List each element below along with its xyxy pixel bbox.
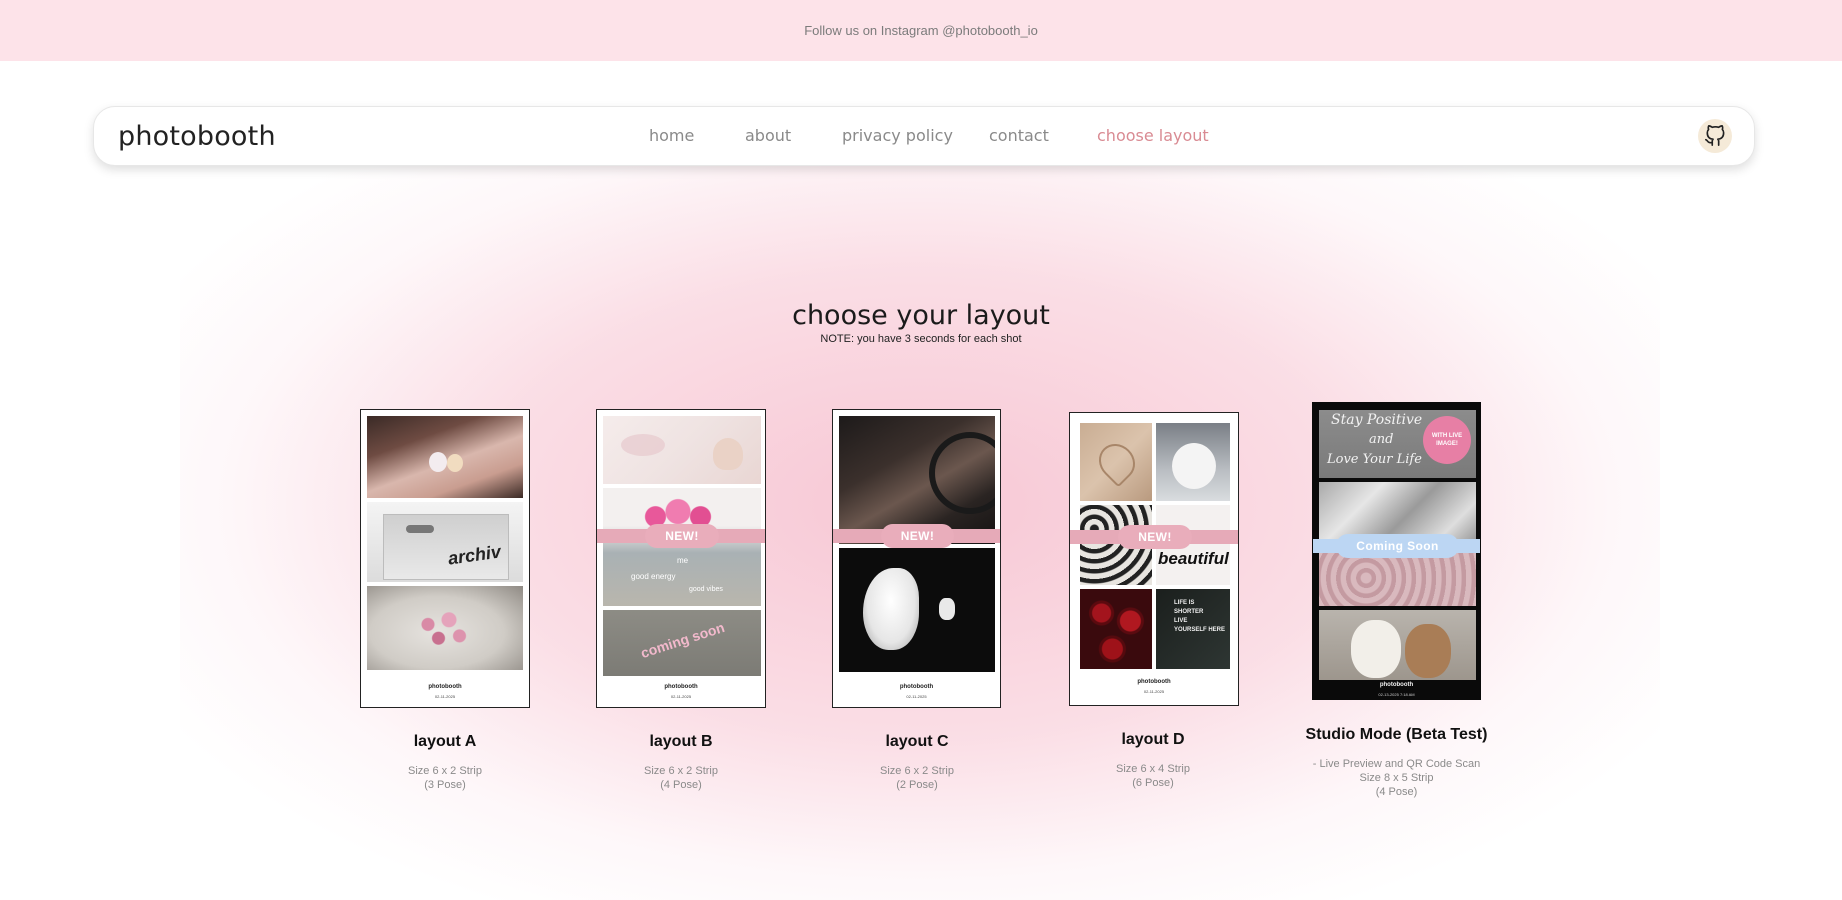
nav-link-choose-layout[interactable]: choose layout xyxy=(1097,126,1209,145)
strip-brand: photobooth xyxy=(664,684,698,690)
studio-mode-title: Studio Mode (Beta Test) xyxy=(1305,726,1488,743)
layout-card-a: archiv photobooth 02-11-2025 layout A Si… xyxy=(330,408,560,808)
photo-archive-box: archiv xyxy=(367,502,523,582)
layout-card-b: me good energy good vibes coming soon NE… xyxy=(566,408,796,808)
layout-card-d: and beautiful LIFE IS SHORTER LIVE YOURS… xyxy=(1038,408,1268,808)
strip-date: 02-11-2025 xyxy=(670,694,692,699)
photo-quilted-pattern xyxy=(1319,550,1476,606)
layout-c-desc: Size 6 x 2 Strip (2 Pose) xyxy=(880,765,954,791)
new-badge: NEW! xyxy=(1070,525,1238,549)
photo-sand-heart xyxy=(1080,423,1152,501)
github-button[interactable] xyxy=(1698,119,1732,153)
strip-date: 02-11-2025 xyxy=(1143,689,1165,694)
photo-lips-nails xyxy=(603,416,761,484)
nav-link-contact[interactable]: contact xyxy=(989,126,1049,145)
layout-a-desc: Size 6 x 2 Strip (3 Pose) xyxy=(408,765,482,791)
nav-link-about[interactable]: about xyxy=(745,126,791,145)
page-note: NOTE: you have 3 seconds for each shot xyxy=(820,333,1022,345)
coming-soon-badge: Coming Soon xyxy=(1313,534,1480,558)
page-title: choose your layout xyxy=(792,300,1050,331)
layout-card-studio: Stay Positive and Love Your Life WITH LI… xyxy=(1274,400,1519,810)
layout-card-c: NEW! photobooth 02-11-2025 layout C Size… xyxy=(802,408,1032,808)
strip-brand: photobooth xyxy=(1379,682,1414,688)
photo-hand-charms xyxy=(367,416,523,498)
photo-red-roses xyxy=(1080,589,1152,669)
strip-brand: photobooth xyxy=(899,684,934,690)
photo-white-wings xyxy=(839,548,995,672)
photo-stay-positive: Stay Positive and Love Your Life WITH LI… xyxy=(1319,410,1476,478)
strip-date: 02-11-2025 xyxy=(906,694,927,699)
nav-links: home about privacy policy contact choose… xyxy=(94,107,1754,165)
photo-white-kitten xyxy=(1156,423,1230,501)
layout-d-preview[interactable]: and beautiful LIFE IS SHORTER LIVE YOURS… xyxy=(1069,412,1239,706)
layout-a-title: layout A xyxy=(413,733,477,750)
strip-date: 02-11-2025 xyxy=(434,694,456,699)
studio-mode-desc: - Live Preview and QR Code Scan Size 8 x… xyxy=(1312,758,1481,798)
new-badge: NEW! xyxy=(597,524,765,548)
nav-link-privacy-policy[interactable]: privacy policy xyxy=(842,126,953,145)
strip-brand: photobooth xyxy=(428,684,462,690)
strip-brand: photobooth xyxy=(1137,679,1171,685)
nav-link-home[interactable]: home xyxy=(649,126,694,145)
layout-b-desc: Size 6 x 2 Strip (4 Pose) xyxy=(644,765,718,791)
layout-b-title: layout B xyxy=(649,733,713,750)
layout-c-title: layout C xyxy=(885,733,949,750)
layout-d-title: layout D xyxy=(1121,731,1185,748)
photo-plush-bunnies xyxy=(1319,610,1476,680)
layout-a-preview[interactable]: archiv photobooth 02-11-2025 xyxy=(360,409,530,708)
layout-c-preview[interactable]: NEW! photobooth 02-11-2025 xyxy=(832,409,1001,708)
studio-mode-preview[interactable]: Stay Positive and Love Your Life WITH LI… xyxy=(1312,402,1481,700)
layout-d-desc: Size 6 x 4 Strip (6 Pose) xyxy=(1116,763,1190,789)
photo-pink-flowers xyxy=(367,586,523,670)
new-badge: NEW! xyxy=(833,524,1000,548)
github-icon xyxy=(1705,125,1725,146)
promo-text[interactable]: Follow us on Instagram @photobooth_io xyxy=(804,23,1038,38)
layout-b-preview[interactable]: me good energy good vibes coming soon NE… xyxy=(596,409,766,708)
photo-coming-soon: coming soon xyxy=(603,610,761,676)
strip-date: 02-13-2025 7:18 AM xyxy=(1378,692,1415,697)
navbar: photobooth home about privacy policy con… xyxy=(93,106,1755,166)
photo-life-is-sign: LIFE IS SHORTER LIVE YOURSELF HERE xyxy=(1156,589,1230,669)
promo-bar: Follow us on Instagram @photobooth_io xyxy=(0,0,1842,61)
